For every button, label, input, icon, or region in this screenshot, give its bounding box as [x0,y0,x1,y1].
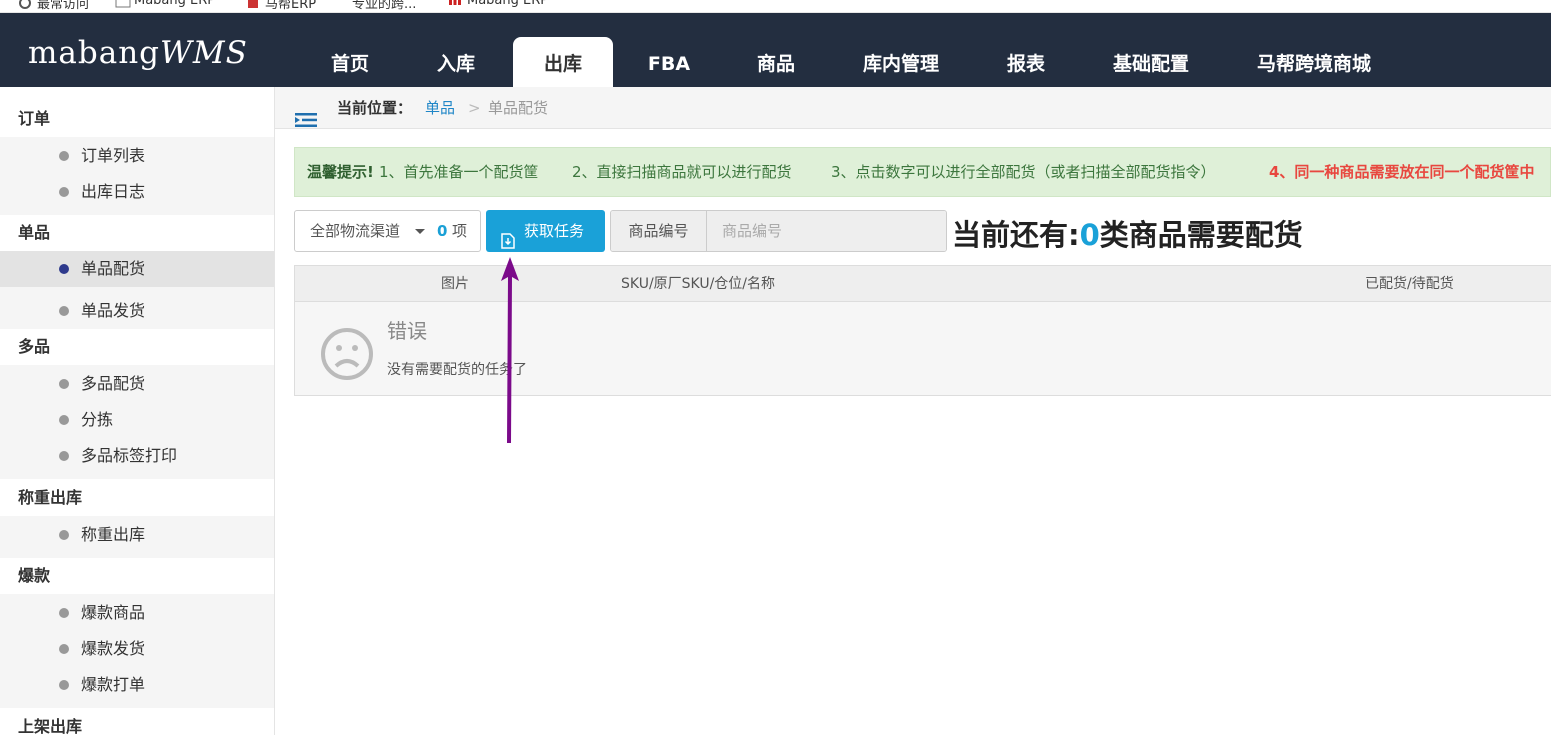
bullet-icon [59,644,69,654]
sku-input[interactable] [707,211,946,251]
tip-step-2: 2、直接扫描商品就可以进行配货 [572,163,792,181]
grid-icon [448,0,462,8]
channel-label: 全部物流渠道 [310,222,401,240]
sidebar-submenu-single: 单品配货 单品发货 [0,251,274,329]
sidebar-item-hot-print[interactable]: 爆款打单 [0,667,274,703]
breadcrumb-current: 单品配货 [488,99,549,117]
sidebar-item-outbound-log[interactable]: 出库日志 [0,174,274,210]
sidebar-submenu-weigh: 称重出库 [0,516,274,558]
sidebar-group-orders[interactable]: 订单 [0,101,274,137]
sidebar-item-weigh-outbound[interactable]: 称重出库 [0,517,274,553]
remaining-count[interactable]: 0 [1080,218,1100,252]
bookmark-mabang-erp-cn[interactable]: 马帮ERP [246,0,316,12]
tip-step-1: 1、首先准备一个配货筐 [379,163,539,181]
table-empty-state: 错误 没有需要配货的任务了 [295,302,1551,395]
nav-outbound[interactable]: 出库 [513,37,613,87]
bullet-icon [59,187,69,197]
nav-fba[interactable]: FBA [630,37,708,87]
caret-down-icon [415,229,425,234]
bullet-icon [59,608,69,618]
bullet-icon [59,680,69,690]
sidebar-group-single[interactable]: 单品 [0,215,274,251]
nav-products[interactable]: 商品 [736,37,816,87]
sidebar-item-order-list[interactable]: 订单列表 [0,138,274,174]
sidebar-group-multi[interactable]: 多品 [0,329,274,365]
bullet-icon [59,530,69,540]
column-header-image: 图片 [441,276,469,292]
sidebar-item-single-allocation[interactable]: 单品配货 [0,251,274,287]
nav-reports[interactable]: 报表 [986,37,1066,87]
bookmark-cross-border[interactable]: 专业的跨... [352,0,416,12]
sidebar-item-hot-shipping[interactable]: 爆款发货 [0,631,274,667]
sidebar-item-hot-products[interactable]: 爆款商品 [0,595,274,631]
column-header-allocated: 已配货/待配货 [1365,276,1454,292]
sidebar: 订单 订单列表 出库日志 单品 单品配货 单品发货 多品 多品配货 分拣 多品标… [0,87,275,735]
tip-prefix: 温馨提示! [307,163,374,181]
nav-warehouse-management[interactable]: 库内管理 [852,37,950,87]
bookmark-most-visited[interactable]: 最常访问 [18,0,89,12]
tip-step-3: 3、点击数字可以进行全部配货（或者扫描全部配货指令） [831,163,1216,181]
bookmark-mabang-erp-2[interactable]: Mabang ERP [448,0,548,8]
tip-alert: 温馨提示! 1、首先准备一个配货筐 2、直接扫描商品就可以进行配货 3、点击数字… [294,147,1551,197]
sku-addon-label: 商品编号 [611,211,707,251]
error-title: 错误 [387,319,427,343]
link-icon [246,0,260,10]
top-nav: mabangWMS 首页 入库 出库 FBA 商品 库内管理 报表 基础配置 马… [0,13,1551,87]
remaining-summary: 当前还有:0类商品需要配货 [952,212,1303,254]
sidebar-item-single-shipping[interactable]: 单品发货 [0,293,274,329]
remaining-prefix: 当前还有: [952,218,1080,252]
sidebar-submenu-multi: 多品配货 分拣 多品标签打印 [0,365,274,479]
remaining-suffix: 类商品需要配货 [1099,218,1303,252]
sku-input-group: 商品编号 [610,210,947,252]
channel-count: 0 [437,222,448,240]
menu-toggle-icon[interactable] [295,101,317,127]
app-logo[interactable]: mabangWMS [28,35,248,71]
sidebar-group-shelf-outbound[interactable]: 上架出库 [0,709,274,735]
nav-mall[interactable]: 马帮跨境商城 [1245,37,1383,87]
bullet-icon [59,264,69,274]
channel-unit: 项 [452,222,468,240]
breadcrumb-separator: > [468,99,481,117]
bullet-icon [59,151,69,161]
sad-face-icon [320,327,374,381]
sidebar-item-multi-allocation[interactable]: 多品配货 [0,366,274,402]
bullet-icon [59,415,69,425]
nav-home[interactable]: 首页 [310,37,390,87]
sidebar-group-hot[interactable]: 爆款 [0,558,274,594]
download-icon [501,223,515,249]
column-header-sku: SKU/原厂SKU/仓位/名称 [621,276,776,292]
sidebar-item-multi-label-print[interactable]: 多品标签打印 [0,438,274,474]
allocation-table: 图片 SKU/原厂SKU/仓位/名称 已配货/待配货 错误 没有需要配货的任务了 [294,265,1551,396]
fetch-task-button[interactable]: 获取任务 [486,210,605,252]
nav-basic-config[interactable]: 基础配置 [1100,37,1202,87]
bullet-icon [59,451,69,461]
bookmark-mabang-erp[interactable]: Mabang ERP [115,0,215,8]
tip-step-4: 4、同一种商品需要放在同一个配货筐中 [1269,163,1535,181]
breadcrumb-label: 当前位置： [337,99,413,117]
breadcrumb: 当前位置： 单品 > 单品配货 [275,87,1551,129]
logistics-channel-dropdown[interactable]: 全部物流渠道 0 项 [294,210,481,252]
image-icon [115,0,131,8]
sidebar-item-sorting[interactable]: 分拣 [0,402,274,438]
sidebar-group-weigh[interactable]: 称重出库 [0,480,274,516]
nav-inbound[interactable]: 入库 [416,37,496,87]
gear-icon [18,0,32,10]
sidebar-submenu-orders: 订单列表 出库日志 [0,137,274,215]
bullet-icon [59,379,69,389]
error-message: 没有需要配货的任务了 [387,362,527,378]
bookmarks-bar: 最常访问 Mabang ERP 马帮ERP 专业的跨... Mabang ERP [0,0,1551,13]
table-header: 图片 SKU/原厂SKU/仓位/名称 已配货/待配货 [295,266,1551,302]
breadcrumb-link-single[interactable]: 单品 [425,87,455,129]
bullet-icon [59,306,69,316]
fetch-task-label: 获取任务 [524,222,585,240]
sidebar-submenu-hot: 爆款商品 爆款发货 爆款打单 [0,594,274,708]
